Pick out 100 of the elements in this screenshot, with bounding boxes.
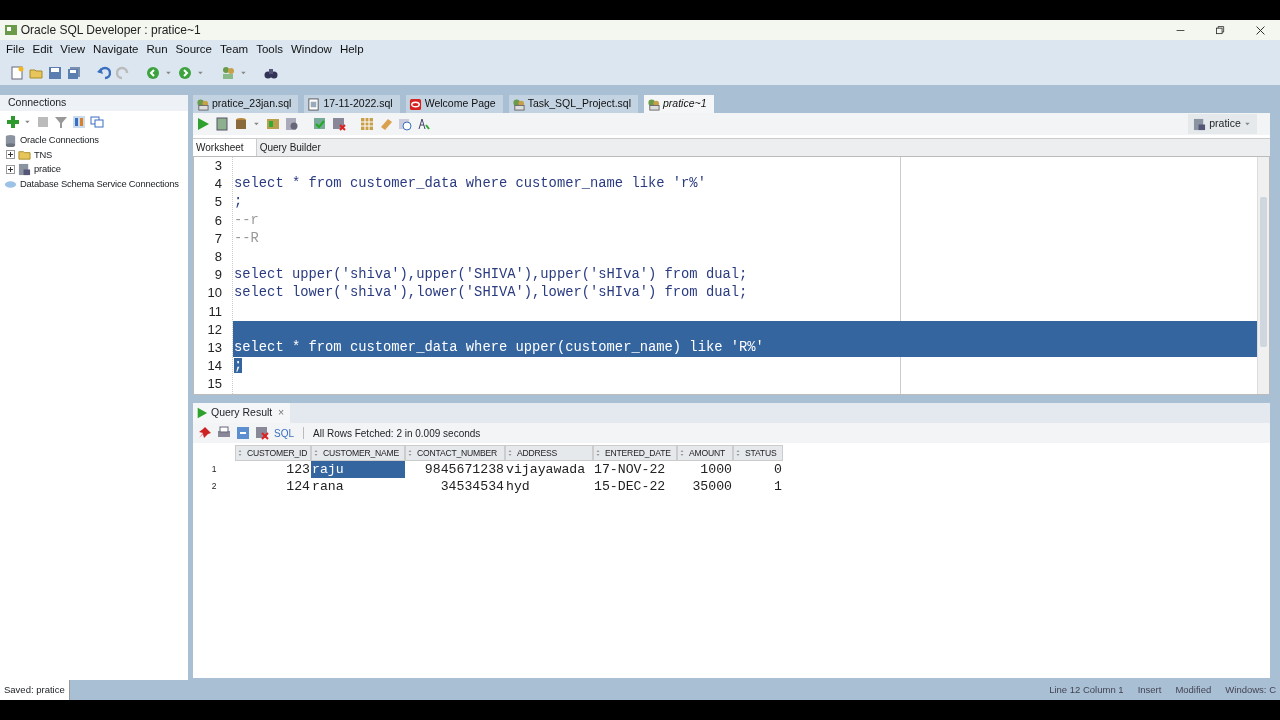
line-number: 10	[206, 284, 223, 303]
column-header[interactable]: ENTERED_DATE	[593, 445, 677, 461]
table-cell[interactable]: 17-NOV-22	[593, 461, 677, 478]
menu-item[interactable]: Navigate	[91, 41, 145, 59]
line-number: 12	[206, 320, 223, 339]
windows-icon[interactable]	[90, 115, 104, 129]
column-header[interactable]: CONTACT_NUMBER	[405, 445, 505, 461]
menu-item[interactable]: Window	[289, 41, 338, 59]
restore-icon[interactable]	[1214, 24, 1226, 36]
editor-tab[interactable]: Welcome Page	[405, 95, 503, 113]
table-cell[interactable]: 15-DEC-22	[593, 478, 677, 495]
eraser-icon[interactable]	[379, 117, 393, 131]
table-cell[interactable]: vijayawada	[505, 461, 593, 478]
undo-icon[interactable]	[97, 65, 111, 80]
delete-icon[interactable]	[255, 426, 269, 440]
row-number: 2	[210, 480, 218, 493]
result-tab-label: Query Result	[211, 405, 273, 421]
tree-item[interactable]: pratice	[34, 162, 61, 177]
grid-icon[interactable]	[360, 117, 374, 131]
menu-item[interactable]: Edit	[30, 41, 59, 59]
code-line: select lower('shiva'),lower('SHIVA'),lower('sHIva') from dual;	[233, 284, 749, 303]
code-line: select * from customer_data where customer_name like 'r%'	[233, 175, 707, 194]
save-all-icon[interactable]	[67, 65, 81, 80]
sql-file-icon	[511, 97, 525, 111]
table-cell[interactable]: 124	[235, 478, 311, 495]
result-tab[interactable]: Query Result ×	[193, 403, 291, 423]
pin-icon[interactable]	[198, 426, 212, 440]
table-cell[interactable]: rana	[311, 478, 405, 495]
filter-icon[interactable]	[54, 115, 68, 129]
scrollbar[interactable]	[1257, 157, 1269, 394]
line-number: 8	[213, 247, 223, 266]
table-cell[interactable]: 123	[235, 461, 311, 478]
menu-item[interactable]: File	[4, 41, 31, 59]
people-icon[interactable]	[221, 65, 235, 80]
menu-item[interactable]: Tools	[254, 41, 289, 59]
line-number: 13	[206, 338, 223, 357]
cylinder-icon[interactable]	[234, 117, 248, 131]
save-icon[interactable]	[48, 65, 62, 80]
table-cell[interactable]: hyd	[505, 478, 593, 495]
worksheet-tab[interactable]: Query Builder	[256, 138, 333, 157]
window-title: Oracle SQL Developer : pratice~1	[20, 22, 201, 39]
print-icon[interactable]	[217, 426, 231, 440]
column-header[interactable]: CUSTOMER_NAME	[311, 445, 405, 461]
add-icon[interactable]	[6, 115, 20, 129]
schema-icon[interactable]	[72, 115, 86, 129]
table-cell[interactable]: 9845671238	[405, 461, 505, 478]
editor-tab[interactable]: pratice_23jan.sql	[193, 95, 299, 113]
table-cell[interactable]: 34534534	[405, 478, 505, 495]
line-number: 15	[206, 375, 223, 394]
tree-item[interactable]: Database Schema Service Connections	[20, 176, 179, 191]
code-line: select upper('shiva'),upper('SHIVA'),upper('sHIva') from dual;	[233, 266, 749, 285]
code-line: --r	[233, 211, 260, 230]
menu-item[interactable]: Source	[173, 41, 218, 59]
expander-icon[interactable]	[6, 164, 15, 174]
line-number: 9	[213, 266, 223, 285]
tree-item[interactable]: TNS	[34, 147, 53, 162]
forward-icon[interactable]	[178, 65, 192, 80]
line-number: 3	[213, 157, 223, 175]
run-icon[interactable]	[196, 117, 210, 131]
editor-tab[interactable]: pratice~1	[644, 95, 714, 113]
expander-icon[interactable]	[6, 150, 15, 160]
column-header[interactable]: ADDRESS	[505, 445, 593, 461]
worksheet-tab[interactable]: Worksheet	[193, 138, 257, 157]
back-icon[interactable]	[146, 65, 160, 80]
editor-tab[interactable]: Task_SQL_Project.sql	[508, 95, 638, 113]
format-icon[interactable]	[417, 117, 431, 131]
sql-file-icon	[647, 97, 660, 111]
connection-icon	[18, 162, 31, 176]
menu-item[interactable]: Team	[218, 41, 255, 59]
web-page-icon	[408, 97, 422, 111]
new-file-icon[interactable]	[10, 65, 24, 80]
close-button[interactable]: ×	[278, 405, 285, 421]
table-cell[interactable]: 1	[733, 478, 783, 495]
run-icon	[196, 407, 208, 419]
close-icon[interactable]	[1254, 24, 1266, 36]
line-number: 5	[213, 193, 223, 212]
column-header[interactable]: AMOUNT	[677, 445, 733, 461]
line-number: 4	[213, 175, 223, 194]
status-item: Windows: C	[1225, 682, 1276, 697]
tree-item[interactable]: Oracle Connections	[20, 133, 99, 148]
commit-icon[interactable]	[313, 117, 327, 131]
table-cell[interactable]: 35000	[677, 478, 733, 495]
connection-selector[interactable]: pratice	[1188, 114, 1257, 134]
menu-item[interactable]: Run	[144, 41, 174, 59]
sql-button[interactable]: SQL	[274, 425, 294, 441]
editor-tab[interactable]: 17-11-2022.sql	[304, 95, 400, 113]
sql-file-icon	[196, 97, 209, 111]
table-cell[interactable]: 0	[733, 461, 783, 478]
column-header[interactable]: STATUS	[733, 445, 783, 461]
rollback-icon[interactable]	[332, 117, 346, 131]
line-number: 14	[206, 357, 223, 376]
code-line: --R	[233, 229, 260, 248]
table-cell[interactable]: 1000	[677, 461, 733, 478]
menu-item[interactable]: View	[58, 41, 92, 59]
code-line: ;	[233, 193, 244, 212]
app-icon	[4, 23, 18, 37]
column-header[interactable]: CUSTOMER_ID	[235, 445, 311, 461]
menu-item[interactable]: Help	[337, 41, 370, 59]
table-cell[interactable]: raju	[311, 461, 405, 478]
panel-title: Connections	[8, 95, 67, 111]
